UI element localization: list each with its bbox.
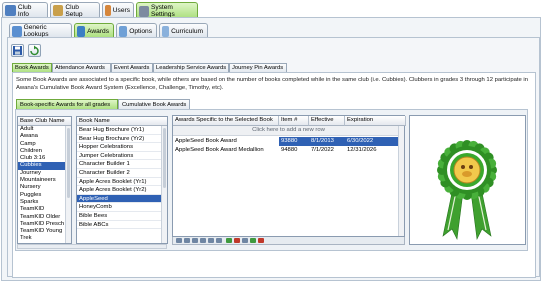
list-item[interactable]: TeamKID Older [18,214,71,221]
nav-next-page-button[interactable] [208,238,214,243]
tab-club-info[interactable]: Club Info [2,2,48,18]
list-item[interactable]: Awana [18,133,71,140]
tab-generic-lookups[interactable]: Generic Lookups [9,23,72,38]
nav-last-button[interactable] [216,238,222,243]
club-setup-icon [53,5,64,16]
award-image-panel [409,115,526,245]
list-item[interactable]: Children [18,148,71,155]
tab-curriculum[interactable]: Curriculum [159,23,208,38]
nav-add-button[interactable] [226,238,232,243]
list-horizontal-scrollbar[interactable] [17,244,167,249]
col-expiration[interactable]: Expiration [345,116,406,126]
save-icon [13,46,22,55]
nav-edit-button[interactable] [242,238,248,243]
list-item[interactable]: HoneyComb [77,203,167,212]
cell-item: 94880 [281,147,298,153]
col-effective[interactable]: Effective [309,116,345,126]
cell-effective: 7/1/2022 [311,147,334,153]
system-settings-icon [139,5,149,17]
tab-users[interactable]: Users [102,2,134,18]
list-item[interactable]: Bear Hug Brochure (Yr1) [77,126,167,135]
tab-curriculum-label: Curriculum [171,27,203,35]
base-club-header: Base Club Name [18,117,71,126]
list-item[interactable]: Camp [18,141,71,148]
list-item[interactable]: Apple Acres Booklet (Yr2) [77,186,167,195]
col-award[interactable]: Awards Specific to the Selected Book [173,116,279,126]
list-item[interactable]: Bible ABCs [77,221,167,230]
tab-generic-lookups-label: Generic Lookups [23,24,49,38]
tab-club-setup[interactable]: Club Setup [50,2,100,18]
book-list-scrollbar[interactable] [161,126,167,243]
list-item[interactable]: Character Builder 1 [77,160,167,169]
refresh-button[interactable] [28,44,41,57]
nav-prev-page-button[interactable] [184,238,190,243]
tab-awards[interactable]: Awards [74,23,114,38]
list-item[interactable]: Mountaineers [18,177,71,184]
book-list-header: Book Name [77,117,167,126]
list-item[interactable]: Puggles [18,192,71,199]
add-new-row[interactable]: Click here to add a new row [173,126,404,136]
options-icon [119,25,128,37]
refresh-icon [30,45,39,56]
list-item[interactable]: TeamKID Presch [18,221,71,228]
nav-prev-button[interactable] [192,238,198,243]
book-list[interactable]: Book Name Bear Hug Brochure (Yr1) Bear Hu… [76,116,168,244]
nav-delete-button[interactable] [234,238,240,243]
cell-effective: 8/1/2013 [309,137,345,146]
nav-cancel-button[interactable] [258,238,264,243]
tab-options[interactable]: Options [116,23,157,38]
list-item[interactable]: Journey [18,170,71,177]
tab-club-info-label: Club Info [17,3,32,18]
list-item[interactable]: AppleSeed [77,194,167,204]
tab-options-label: Options [129,27,152,35]
tab-club-setup-label: Club Setup [65,3,83,18]
club-info-icon [5,5,16,16]
book-awards-description: Some Book Awards are associated to a spe… [16,77,529,91]
list-item[interactable]: Hopper Celebrations [77,143,167,152]
table-row[interactable]: AppleSeed Book Award Medallion 94880 7/1… [173,146,404,155]
nav-save-button[interactable] [250,238,256,243]
users-icon [105,5,111,16]
list-item[interactable]: Apple Acres Booklet (Yr1) [77,178,167,187]
tab-awards-label: Awards [87,27,109,35]
list-item[interactable]: Bear Hug Brochure (Yr2) [77,135,167,144]
tab-system-settings-label: System Settings [150,4,175,18]
list-item[interactable]: Nursery [18,184,71,191]
list-item[interactable]: Character Builder 2 [77,169,167,178]
cell-expiration: 6/30/2022 [345,137,404,146]
cell-item: 93880 [279,137,309,146]
list-item[interactable]: Trek [18,235,71,242]
nav-next-button[interactable] [200,238,206,243]
list-item[interactable]: Sparks [18,199,71,206]
award-ribbon-medallion-icon [437,140,497,241]
grid-navigator [172,237,405,245]
list-item[interactable]: Cubbies [18,162,71,170]
awards-grid: Awards Specific to the Selected Book Ite… [172,115,406,237]
list-item[interactable]: Adult [18,126,71,133]
cell-award: AppleSeed Book Award Medallion [175,147,264,153]
col-item[interactable]: Item # [279,116,309,126]
cell-expiration: 12/31/2026 [347,147,377,153]
curriculum-icon [162,25,170,37]
list-item[interactable]: Jumper Celebrations [77,152,167,161]
awards-icon [77,25,86,37]
list-item[interactable]: TeamKID [18,206,71,213]
base-club-list[interactable]: Base Club Name Adult Awana Camp Children Clu… [17,116,72,244]
generic-lookups-icon [12,25,22,37]
list-item[interactable]: Club 3:16 [18,155,71,162]
awards-grid-scrollbar[interactable] [398,126,404,236]
nav-first-button[interactable] [176,238,182,243]
tab-users-label: Users [112,7,130,14]
save-button[interactable] [11,44,24,57]
list-item[interactable]: TeamKID Young [18,228,71,235]
list-item[interactable]: Bible Bees [77,212,167,221]
cell-award: AppleSeed Book Award [173,137,279,146]
base-club-scrollbar[interactable] [65,126,71,243]
table-row[interactable]: AppleSeed Book Award 93880 8/1/2013 6/30… [173,137,404,146]
